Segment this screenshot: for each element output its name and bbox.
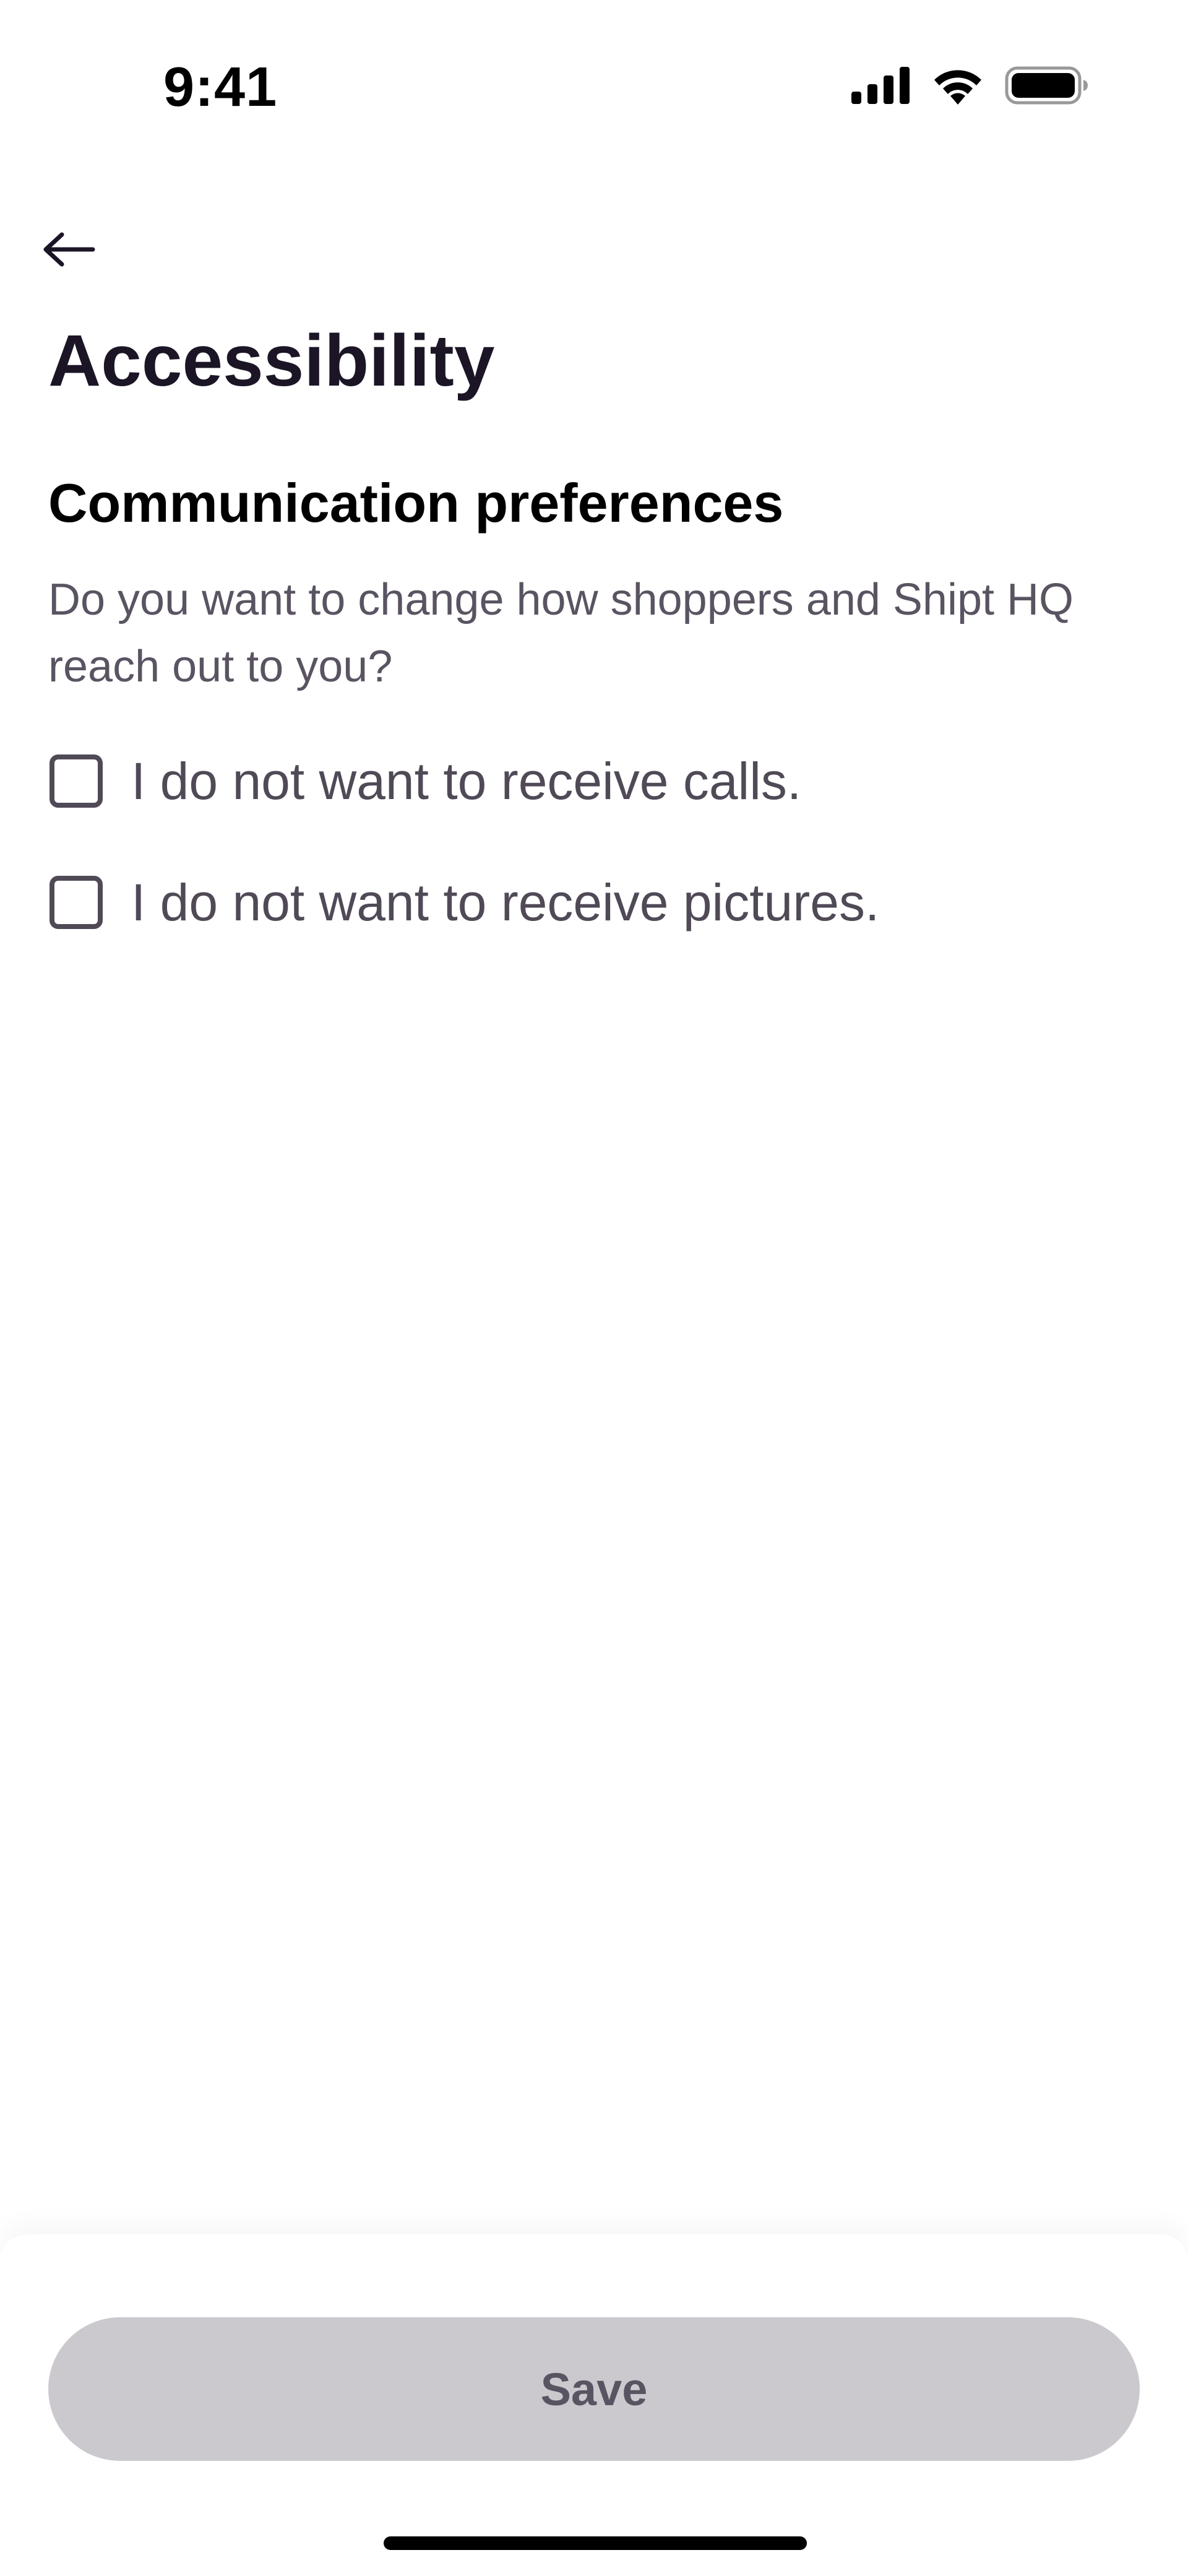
section-title: Communication preferences — [48, 472, 784, 534]
back-button[interactable] — [41, 220, 109, 282]
arrow-left-icon — [41, 231, 97, 271]
status-icons — [851, 65, 1089, 108]
option-no-pictures[interactable]: I do not want to receive pictures. — [50, 868, 879, 936]
section-description: Do you want to change how shoppers and S… — [48, 575, 1074, 691]
home-indicator — [384, 2536, 807, 2550]
status-time: 9:41 — [163, 56, 278, 118]
cellular-signal-icon — [851, 66, 911, 107]
page-title: Accessibility — [48, 320, 495, 402]
no-calls-checkbox[interactable] — [50, 754, 103, 808]
status-bar: 9:41 — [0, 0, 1188, 186]
save-button[interactable]: Save — [48, 2317, 1140, 2461]
no-pictures-checkbox[interactable] — [50, 876, 103, 929]
no-calls-label: I do not want to receive calls. — [131, 751, 802, 810]
battery-icon — [1005, 66, 1089, 108]
option-no-calls[interactable]: I do not want to receive calls. — [50, 747, 801, 815]
no-pictures-label: I do not want to receive pictures. — [131, 873, 880, 931]
wifi-icon — [932, 66, 984, 108]
